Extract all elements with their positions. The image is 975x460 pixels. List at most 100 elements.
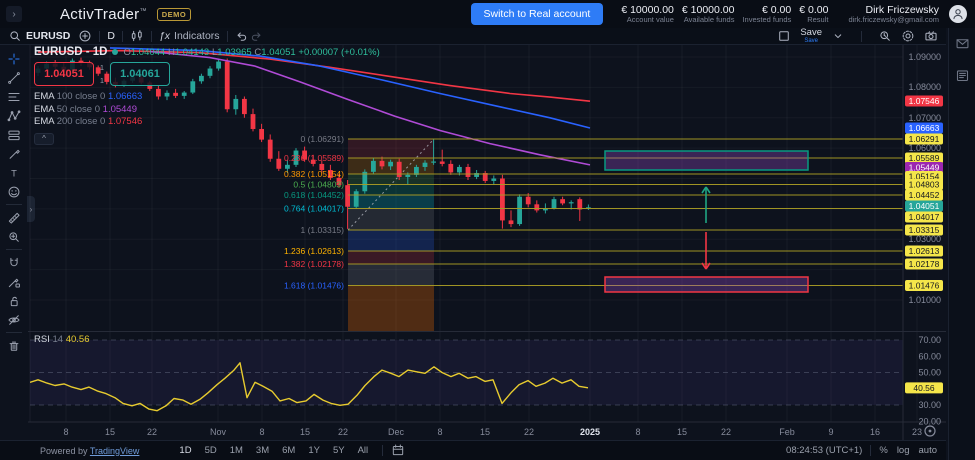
drawing-mode-tool-icon[interactable] <box>3 272 25 291</box>
ema-legend-row[interactable]: EMA 100 close 0 1.06663 <box>34 91 380 104</box>
svg-text:23: 23 <box>912 427 922 437</box>
snapshot-camera-icon[interactable] <box>924 29 938 43</box>
up-arrow-drawing[interactable] <box>702 187 710 223</box>
svg-text:15: 15 <box>677 427 687 437</box>
save-dropdown-icon[interactable] <box>831 29 845 43</box>
svg-text:15: 15 <box>480 427 490 437</box>
stat-value: € 0.00 <box>742 4 791 16</box>
scroll-to-realtime-icon[interactable] <box>925 426 935 436</box>
svg-text:40.56: 40.56 <box>913 383 935 393</box>
redo-icon[interactable] <box>249 29 263 43</box>
market-status-dot <box>112 49 118 55</box>
timeframe-button[interactable]: D <box>107 30 115 42</box>
right-sidebar <box>948 28 975 460</box>
emoji-tool-icon[interactable] <box>3 182 25 201</box>
svg-text:1.05589: 1.05589 <box>909 153 940 163</box>
svg-text:8: 8 <box>437 427 442 437</box>
svg-text:1.02613: 1.02613 <box>909 246 940 256</box>
price-axis[interactable]: 1.090001.080001.070001.060001.030001.010… <box>905 52 943 426</box>
range-1m[interactable]: 1M <box>224 443 249 458</box>
position-tool-icon[interactable] <box>3 125 25 144</box>
chart-area[interactable]: 0 (1.06291)0.236 (1.05589)0.382 (1.05154… <box>28 45 946 440</box>
range-3m[interactable]: 3M <box>250 443 275 458</box>
crosshair-tool-icon[interactable] <box>3 49 25 68</box>
lock-drawings-tool-icon[interactable] <box>3 291 25 310</box>
top-header: › ActivTrader™ DEMO Switch to Real accou… <box>0 0 975 28</box>
drawing-toolbar: T <box>0 45 28 440</box>
range-5d[interactable]: 5D <box>199 443 223 458</box>
fib-retracement-tool-icon[interactable] <box>3 87 25 106</box>
ema-legend-row[interactable]: EMA 200 close 0 1.07546 <box>34 116 380 129</box>
zoom-in-tool-icon[interactable] <box>3 227 25 246</box>
buy-button[interactable]: 1.04061 <box>110 62 170 86</box>
svg-text:1.07000: 1.07000 <box>908 113 941 123</box>
mail-icon[interactable] <box>955 36 970 56</box>
settings-gear-icon[interactable] <box>901 29 915 43</box>
svg-text:1.618 (1.01476): 1.618 (1.01476) <box>284 281 344 291</box>
stat-value: € 10000.00 <box>621 4 674 16</box>
stat-label: Result <box>799 16 828 25</box>
hide-drawings-tool-icon[interactable] <box>3 310 25 329</box>
chart-type-icon[interactable] <box>130 29 144 43</box>
auto-scale-button[interactable]: auto <box>919 445 938 456</box>
ohlc-values: O1.04044 H1.04143 L1.03965 C1.04051 +0.0… <box>123 47 379 58</box>
range-1d[interactable]: 1D <box>173 443 197 458</box>
magnet-tool-icon[interactable] <box>3 253 25 272</box>
go-to-date-icon[interactable] <box>391 443 405 459</box>
measure-tool-icon[interactable] <box>3 208 25 227</box>
symbol-search[interactable]: EURUSD <box>8 29 70 43</box>
svg-text:T: T <box>11 168 17 178</box>
svg-text:70.00: 70.00 <box>918 335 941 345</box>
percent-scale-button[interactable]: % <box>879 445 887 456</box>
svg-text:9: 9 <box>828 427 833 437</box>
target-zone-box[interactable] <box>605 277 808 292</box>
stat-label: Invested funds <box>742 16 791 25</box>
supply-zone-box[interactable] <box>605 151 808 170</box>
pattern-tool-icon[interactable] <box>3 106 25 125</box>
save-button[interactable]: Save Save <box>800 28 822 44</box>
range-6m[interactable]: 6M <box>276 443 301 458</box>
avatar[interactable] <box>949 5 967 23</box>
brush-tool-icon[interactable] <box>3 144 25 163</box>
svg-text:0.236 (1.05589): 0.236 (1.05589) <box>284 153 344 163</box>
clock-label[interactable]: 08:24:53 (UTC+1) <box>786 445 862 456</box>
account-stat: € 10000.00Account value <box>621 4 674 25</box>
svg-text:22: 22 <box>338 427 348 437</box>
range-5y[interactable]: 5Y <box>327 443 351 458</box>
remove-drawings-tool-icon[interactable] <box>3 336 25 355</box>
compare-symbol-icon[interactable] <box>78 29 92 43</box>
bottom-bar: Powered by TradingView 1D5D1M3M6M1Y5YAll… <box>0 440 946 460</box>
svg-text:1.07546: 1.07546 <box>909 96 940 106</box>
rsi-legend[interactable]: RSI 14 40.56 <box>34 334 89 345</box>
account-stat: € 10000.00Available funds <box>682 4 735 25</box>
trend-line-tool-icon[interactable] <box>3 68 25 87</box>
text-tool-icon[interactable]: T <box>3 163 25 182</box>
collapse-legend-button[interactable]: ^ <box>34 133 54 145</box>
log-scale-button[interactable]: log <box>897 445 910 456</box>
svg-text:0.618 (1.04452): 0.618 (1.04452) <box>284 190 344 200</box>
tradingview-link[interactable]: TradingView <box>90 446 140 456</box>
svg-text:22: 22 <box>147 427 157 437</box>
indicators-button[interactable]: ƒx Indicators <box>159 30 220 42</box>
expand-menu-icon[interactable]: › <box>6 6 22 22</box>
svg-text:1.06663: 1.06663 <box>909 123 940 133</box>
account-stats: € 10000.00Account value € 10000.00Availab… <box>613 4 828 25</box>
news-icon[interactable] <box>955 68 970 88</box>
ema-legend-row[interactable]: EMA 50 close 0 1.05449 <box>34 104 380 117</box>
switch-to-real-button[interactable]: Switch to Real account <box>471 3 604 25</box>
powered-by: Powered by TradingView <box>40 446 139 456</box>
user-block[interactable]: Dirk Friczewsky dirk.friczewsky@gmail.co… <box>848 4 939 25</box>
range-1y[interactable]: 1Y <box>302 443 326 458</box>
stat-value: € 10000.00 <box>682 4 735 16</box>
account-stat: € 0.00Result <box>799 4 828 25</box>
svg-text:8: 8 <box>635 427 640 437</box>
sell-button[interactable]: 1.04051 <box>34 62 94 86</box>
fullscreen-icon[interactable] <box>777 29 791 43</box>
range-all[interactable]: All <box>352 443 375 458</box>
svg-text:1.09000: 1.09000 <box>908 52 941 62</box>
bar-replay-icon[interactable] <box>878 29 892 43</box>
undo-icon[interactable] <box>235 29 249 43</box>
symbol-title[interactable]: EURUSD - 1D <box>34 46 107 58</box>
svg-text:16: 16 <box>870 427 880 437</box>
time-axis[interactable]: 81522Nov81522Dec81522202581522Feb91623 <box>63 427 922 437</box>
